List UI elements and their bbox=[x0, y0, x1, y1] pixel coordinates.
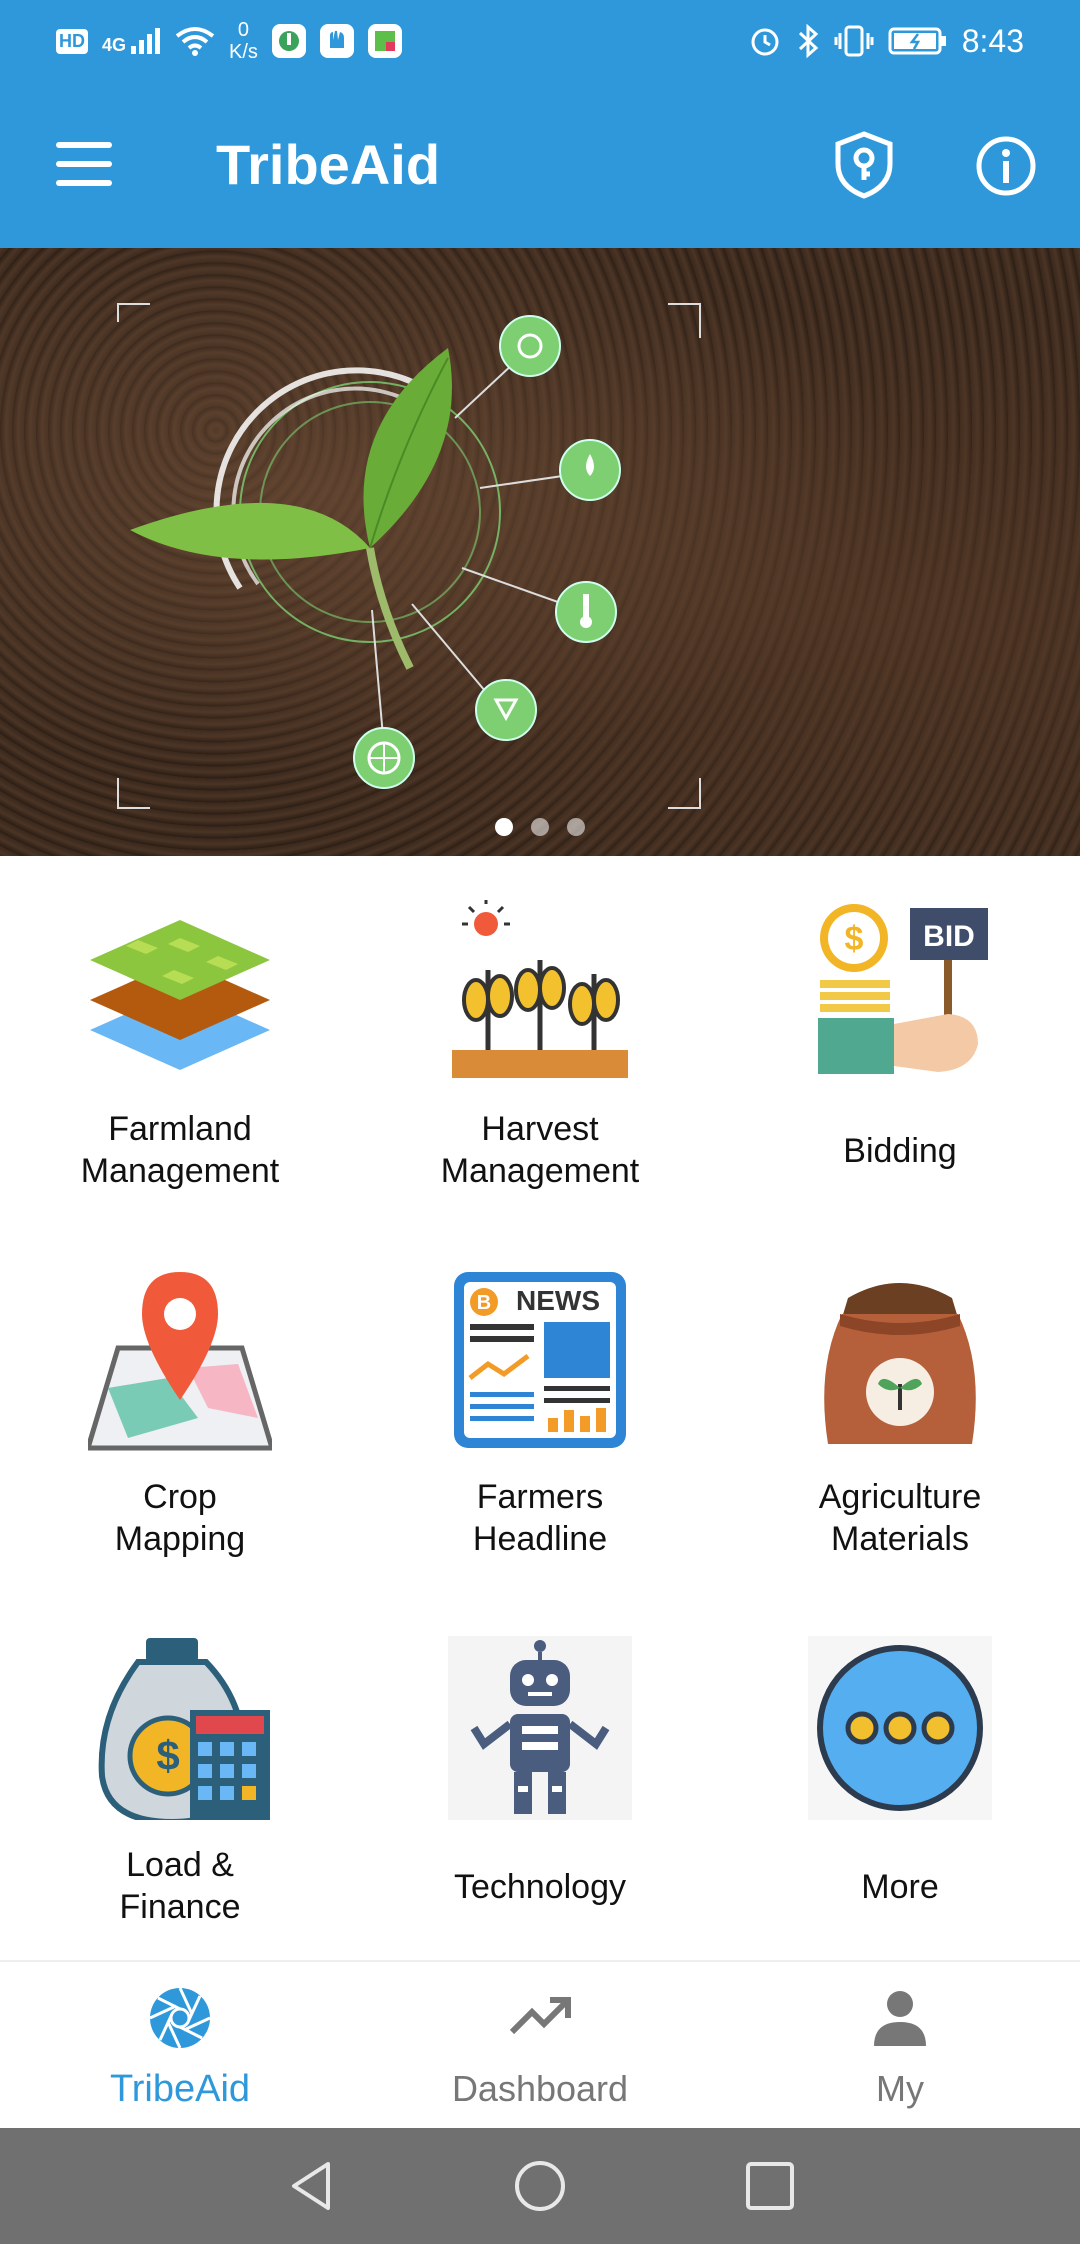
signal-label: 4G bbox=[102, 35, 127, 55]
recents-icon[interactable] bbox=[742, 2158, 798, 2214]
svg-text:B: B bbox=[477, 1292, 491, 1314]
app-icon bbox=[271, 24, 306, 58]
info-icon[interactable] bbox=[974, 134, 1038, 198]
map-pin-icon bbox=[88, 1272, 272, 1451]
alarm-icon bbox=[751, 28, 779, 56]
clock: 8:43 bbox=[961, 22, 1024, 59]
page-title: TribeAid bbox=[216, 133, 441, 196]
banner-carousel[interactable] bbox=[0, 248, 1080, 856]
nav-tab-my[interactable]: My bbox=[720, 1962, 1080, 2130]
farmland-layers-icon bbox=[90, 920, 270, 1070]
harvest-plants-icon bbox=[452, 900, 628, 1078]
app-bar: TribeAid bbox=[0, 82, 1080, 248]
tile-crop-mapping[interactable]: Crop Mapping bbox=[0, 1224, 360, 1592]
svg-text:NEWS: NEWS bbox=[516, 1285, 600, 1316]
news-icon: B NEWS bbox=[454, 1272, 626, 1448]
tile-technology[interactable]: Technology bbox=[360, 1592, 720, 1960]
net-speed-value: 0 bbox=[237, 19, 250, 41]
tile-label: Load & Finance bbox=[119, 1846, 241, 1926]
bid-sign-icon: $ BID bbox=[818, 904, 988, 1074]
tile-label: Bidding bbox=[843, 1132, 957, 1170]
tile-farmland-management[interactable]: Farmland Management bbox=[0, 856, 360, 1224]
nav-label: Dashboard bbox=[451, 2068, 629, 2109]
carousel-dot[interactable] bbox=[531, 818, 549, 836]
battery-icon bbox=[888, 27, 946, 55]
svg-text:$: $ bbox=[156, 1732, 179, 1779]
app-icon bbox=[319, 24, 354, 58]
home-icon[interactable] bbox=[512, 2158, 568, 2214]
nav-tab-tribeaid[interactable]: TribeAid bbox=[0, 1962, 360, 2130]
net-speed-unit: K/s bbox=[229, 41, 258, 63]
feature-grid: Farmland Management Harvest Management $… bbox=[0, 856, 1080, 1960]
person-icon bbox=[874, 1991, 926, 2046]
carousel-dot[interactable] bbox=[495, 818, 513, 836]
tile-more[interactable]: More bbox=[720, 1592, 1080, 1960]
status-left: HD 4G 0 K/s bbox=[56, 18, 402, 64]
money-bag-icon: $ bbox=[98, 1638, 270, 1820]
tile-agriculture-materials[interactable]: Agriculture Materials bbox=[720, 1224, 1080, 1592]
tile-load-finance[interactable]: $ Load & Finance bbox=[0, 1592, 360, 1960]
nav-tab-dashboard[interactable]: Dashboard bbox=[360, 1962, 720, 2130]
svg-text:BID: BID bbox=[923, 920, 975, 953]
menu-icon[interactable] bbox=[56, 142, 112, 186]
tile-label: Harvest Management bbox=[440, 1110, 640, 1190]
tile-farmers-headline[interactable]: B NEWS Farmers Headline bbox=[360, 1224, 720, 1592]
tile-label: Crop Mapping bbox=[114, 1478, 246, 1558]
nav-label: TribeAid bbox=[109, 2068, 251, 2110]
system-navigation-bar bbox=[0, 2128, 1080, 2244]
robot-icon bbox=[448, 1636, 632, 1820]
tile-harvest-management[interactable]: Harvest Management bbox=[360, 856, 720, 1224]
carousel-indicator bbox=[0, 818, 1080, 836]
bottom-nav: TribeAid Dashboard My bbox=[0, 1960, 1080, 2128]
back-icon[interactable] bbox=[284, 2158, 340, 2214]
wifi-icon bbox=[175, 27, 215, 56]
aperture-icon bbox=[149, 1987, 211, 2049]
tile-bidding[interactable]: $ BID Bidding bbox=[720, 856, 1080, 1224]
carousel-dot[interactable] bbox=[567, 818, 585, 836]
trending-up-icon bbox=[509, 1997, 571, 2035]
signal-icon: 4G bbox=[102, 28, 161, 54]
tile-label: Farmland Management bbox=[80, 1110, 280, 1190]
tile-label: Farmers Headline bbox=[472, 1478, 608, 1558]
tile-label: Technology bbox=[453, 1868, 626, 1906]
shield-icon[interactable] bbox=[832, 130, 896, 200]
vibrate-icon bbox=[834, 25, 874, 57]
net-speed: 0 K/s bbox=[229, 19, 258, 63]
svg-text:$: $ bbox=[845, 920, 864, 958]
bluetooth-icon bbox=[798, 24, 818, 58]
app-icon bbox=[367, 24, 402, 58]
tile-label: More bbox=[861, 1868, 939, 1906]
status-right: 8:43 bbox=[748, 18, 1024, 64]
more-dots-icon bbox=[808, 1636, 992, 1820]
hd-icon: HD bbox=[56, 28, 88, 54]
status-bar: HD 4G 0 K/s 8:43 bbox=[0, 0, 1080, 82]
seed-sack-icon bbox=[824, 1283, 976, 1444]
seedling-illustration bbox=[117, 303, 701, 809]
tile-label: Agriculture Materials bbox=[818, 1478, 982, 1558]
nav-label: My bbox=[876, 2068, 924, 2109]
